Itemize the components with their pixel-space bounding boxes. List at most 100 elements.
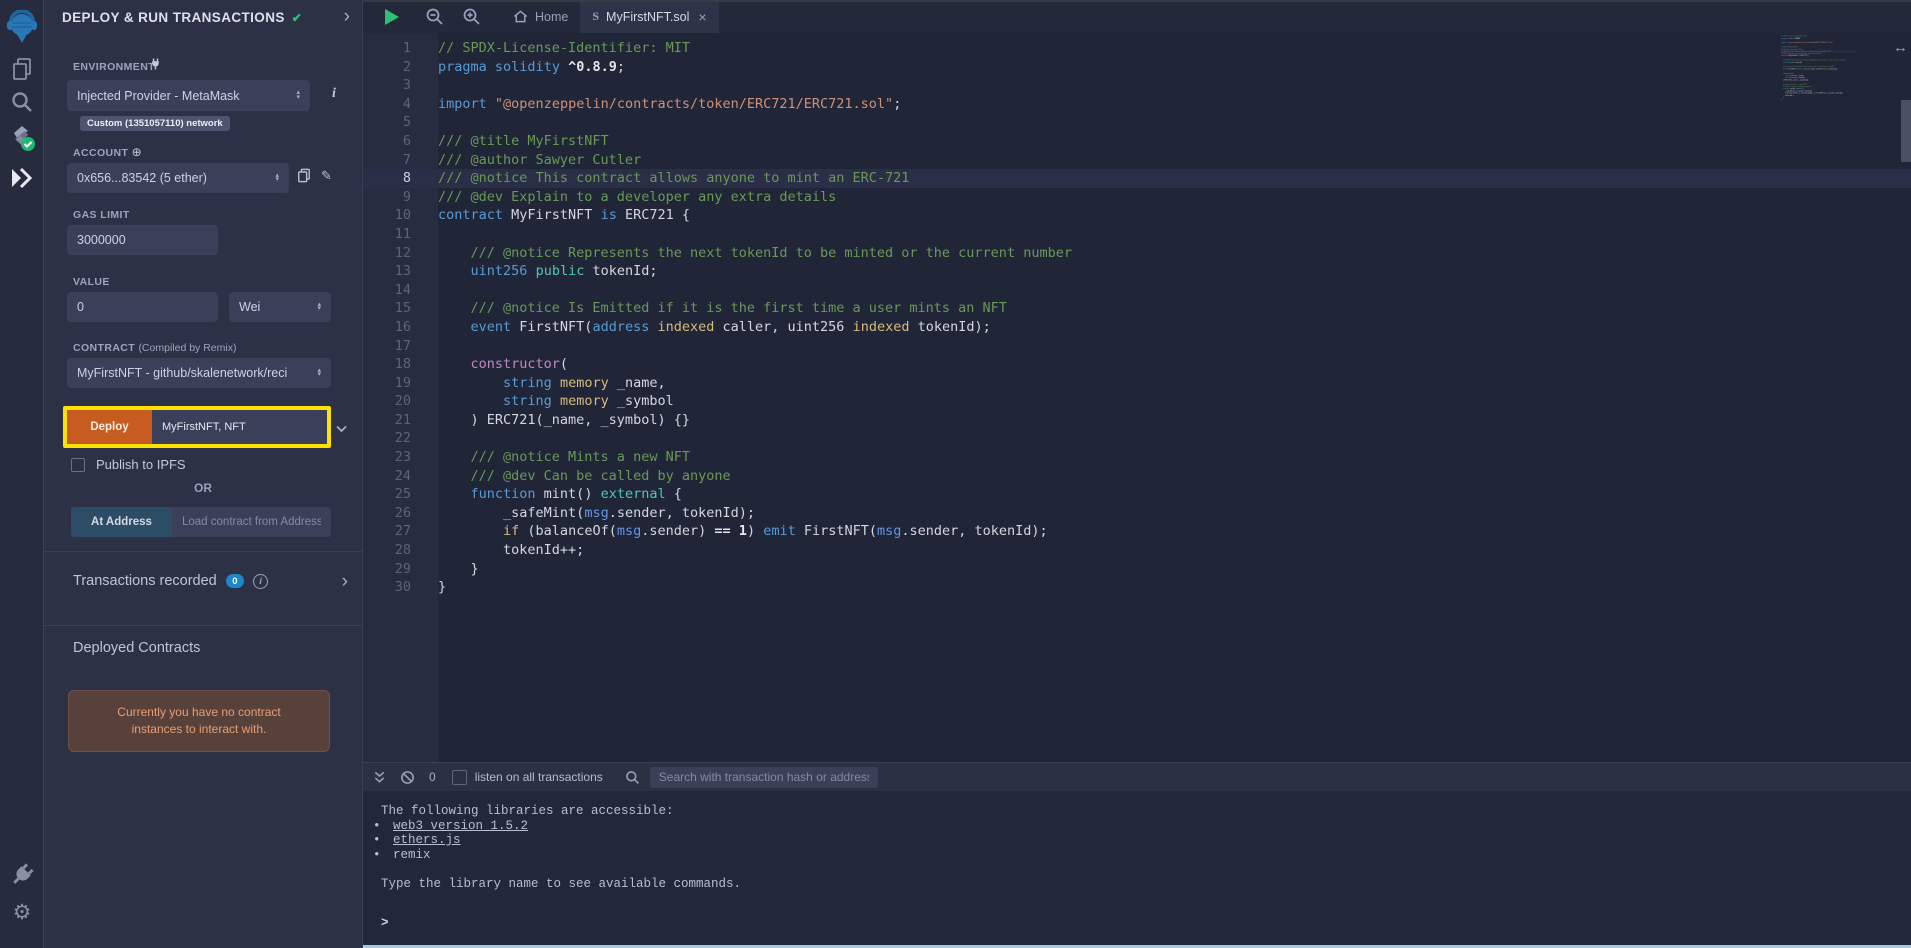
settings-icon[interactable]: ⚙ [0,900,44,925]
code-line: 13 uint256 public tokenId; [363,262,1911,281]
code-editor[interactable]: 1// SPDX-License-Identifier: MIT2pragma … [363,33,1911,762]
zoom-out-button[interactable] [425,0,444,33]
deploy-expand-chevron-icon[interactable] [336,420,347,438]
edit-account-icon[interactable]: ✎ [321,168,332,184]
code-line: 25 function mint() external { [363,485,1911,504]
code-line: 5 [363,113,1911,132]
transactions-recorded-label: Transactions recorded [73,573,217,589]
code-line: 28 tokenId++; [363,541,1911,560]
network-badge: Custom (1351057110) network [80,116,230,131]
or-label: OR [44,481,362,495]
listen-transactions-label: listen on all transactions [475,770,603,784]
no-instances-alert: Currently you have no contract instances… [68,690,330,752]
clear-console-icon[interactable] [400,770,415,785]
resize-horizontal-icon[interactable]: ↔ [1893,39,1908,56]
run-script-button[interactable] [385,0,399,33]
code-line: 9/// @dev Explain to a developer any ext… [363,188,1911,207]
transactions-expand-chevron-icon[interactable]: › [342,571,348,593]
zoom-in-button[interactable] [462,0,481,33]
play-icon [385,9,399,25]
environment-info-icon[interactable]: i [332,86,336,102]
gas-limit-input[interactable] [67,225,218,255]
terminal-output[interactable]: The following libraries are accessible:•… [363,791,1911,945]
panel-title: DEPLOY & RUN TRANSACTIONS✔ [62,10,302,25]
code-line: 10contract MyFirstNFT is ERC721 { [363,206,1911,225]
listen-transactions-checkbox[interactable] [452,770,467,785]
transactions-info-icon[interactable]: i [253,574,268,589]
deploy-run-icon[interactable] [0,165,44,191]
at-address-button[interactable]: At Address [71,507,172,537]
tab-bar: Home S MyFirstNFT.sol × [363,0,1911,33]
remix-logo[interactable] [0,10,44,46]
tab-home[interactable]: Home [501,0,580,33]
gas-limit-field [67,225,218,255]
code-line: 19 string memory _name, [363,374,1911,393]
plugin-manager-icon[interactable] [0,862,44,888]
code-line: 2pragma solidity ^0.8.9; [363,58,1911,77]
add-account-icon[interactable]: ⊕ [132,145,142,159]
divider [44,625,362,626]
close-tab-icon[interactable]: × [698,9,706,25]
terminal-prompt[interactable]: > [381,916,1911,931]
editor-scrollbar-thumb[interactable] [1901,100,1911,162]
deploy-panel: DEPLOY & RUN TRANSACTIONS✔ › ENVIRONMENT… [44,0,362,948]
search-icon[interactable] [0,90,44,114]
terminal-line: Type the library name to see available c… [381,877,1911,892]
code-line: 21 ) ERC721(_name, _symbol) {} [363,411,1911,430]
tab-myfirstnft[interactable]: S MyFirstNFT.sol × [580,0,718,33]
publish-ipfs-checkbox[interactable] [71,458,85,472]
code-line: 12 /// @notice Represents the next token… [363,244,1911,263]
search-icon [625,770,640,785]
code-line: 8/// @notice This contract allows anyone… [363,169,1911,188]
terminal-line: • remix [381,848,1911,863]
pending-tx-count: 0 [429,770,436,784]
code-line: 1// SPDX-License-Identifier: MIT [363,39,1911,58]
code-line: 7/// @author Sawyer Cutler [363,151,1911,170]
terminal: 0 listen on all transactions The followi… [363,762,1911,948]
code-line: 20 string memory _symbol [363,392,1911,411]
at-address-row: At Address [71,507,331,537]
transactions-recorded-row: Transactions recorded 0 i [73,573,268,589]
code-line: 30} [363,578,1911,597]
account-select[interactable]: 0x656...83542 (5 ether) ▴▾ [67,163,289,193]
terminal-link-line[interactable]: • web3 version 1.5.2 [381,819,1911,834]
code-line: 17 [363,337,1911,356]
solidity-compiler-icon[interactable] [0,123,44,153]
gas-limit-label: GAS LIMIT [73,209,130,221]
code-line: 24 /// @dev Can be called by anyone [363,467,1911,486]
at-address-input[interactable] [172,507,331,537]
select-arrows-icon: ▴▾ [317,303,321,312]
code-line: 18 constructor( [363,355,1911,374]
publish-ipfs-label: Publish to IPFS [96,457,186,472]
code-line: 4import "@openzeppelin/contracts/token/E… [363,95,1911,114]
contract-select[interactable]: MyFirstNFT - github/skalenetwork/reci ▴▾ [67,358,331,388]
solidity-file-icon: S [592,9,599,24]
deploy-params-input[interactable] [152,410,327,444]
terminal-search-input[interactable] [650,767,878,788]
terminal-link-line[interactable]: • ethers.js [381,833,1911,848]
code-line: 11 [363,225,1911,244]
code-line: 23 /// @notice Mints a new NFT [363,448,1911,467]
environment-select[interactable]: Injected Provider - MetaMask ▴▾ [67,80,310,111]
panel-collapse-chevron-icon[interactable]: › [344,8,350,26]
transactions-count-badge: 0 [226,574,244,588]
plug-icon [149,57,162,76]
copy-account-icon[interactable] [297,168,311,188]
select-arrows-icon: ▴▾ [275,174,279,183]
value-unit-select[interactable]: Wei ▴▾ [229,292,331,322]
deploy-button[interactable]: Deploy [67,410,152,444]
deployed-contracts-label: Deployed Contracts [73,640,200,656]
icon-rail: ⚙ [0,0,44,948]
terminal-expand-icon[interactable] [373,771,386,784]
terminal-line [381,862,1911,877]
code-line: 16 event FirstNFT(address indexed caller… [363,318,1911,337]
code-line: 26 _safeMint(msg.sender, tokenId); [363,504,1911,523]
environment-label: ENVIRONMENT [73,61,155,73]
top-strip [363,0,1911,2]
code-line: 29 } [363,560,1911,579]
value-label: VALUE [73,276,110,288]
file-explorer-icon[interactable] [0,56,44,82]
value-input[interactable] [67,292,218,322]
minimap[interactable]: // SPDX-License-Identifier: MITpragma so… [1781,35,1857,145]
panel-check-icon: ✔ [292,11,302,25]
